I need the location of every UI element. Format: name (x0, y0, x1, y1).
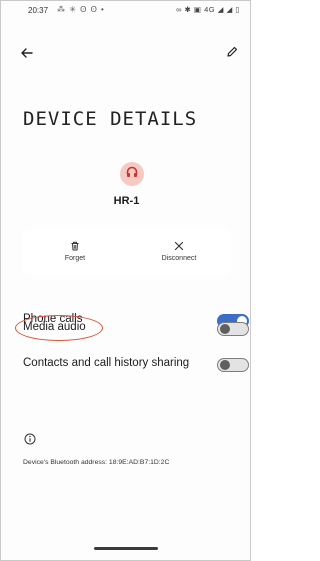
phone-screen: 20:37 ⁂ ✳ ʘ ʘ • ∞ ✱ ▣ 4G ◢ ◢ ▯ DEVICE DE… (0, 0, 251, 561)
toggle-knob (220, 324, 230, 334)
trash-icon (70, 238, 80, 251)
device-avatar (120, 162, 144, 186)
disconnect-label: Disconnect (161, 255, 197, 262)
status-bar: 20:37 ⁂ ✳ ʘ ʘ • ∞ ✱ ▣ 4G ◢ ◢ ▯ (1, 1, 252, 21)
toggle-knob (220, 360, 230, 370)
contacts-sharing-toggle[interactable] (217, 358, 249, 372)
status-system-icons: ∞ ✱ ▣ 4G ◢ ◢ ▯ (176, 5, 240, 14)
forget-button[interactable]: Forget (23, 229, 127, 275)
edit-pencil-icon[interactable] (224, 44, 240, 60)
device-name: HR-1 (113, 195, 140, 207)
home-indicator[interactable] (94, 547, 158, 550)
highlight-annotation (15, 315, 103, 341)
status-time: 20:37 (28, 6, 49, 15)
action-panel: Forget Disconnect (23, 229, 231, 275)
info-icon (24, 432, 36, 445)
forget-label: Forget (64, 255, 86, 262)
page-title: DEVICE DETAILS (23, 108, 198, 130)
close-icon (174, 238, 184, 251)
back-arrow-icon[interactable] (19, 45, 35, 61)
bluetooth-address: Device's Bluetooth address: 18:9E:AD:B7:… (23, 459, 170, 466)
setting-label: Contacts and call history sharing (23, 357, 190, 369)
disconnect-button[interactable]: Disconnect (127, 229, 231, 275)
setting-row-contacts-sharing[interactable]: Contacts and call history sharing (23, 354, 249, 374)
media-audio-toggle[interactable] (217, 322, 249, 336)
status-notification-icons: ⁂ ✳ ʘ ʘ • (57, 5, 105, 14)
headphones-icon (125, 165, 139, 184)
